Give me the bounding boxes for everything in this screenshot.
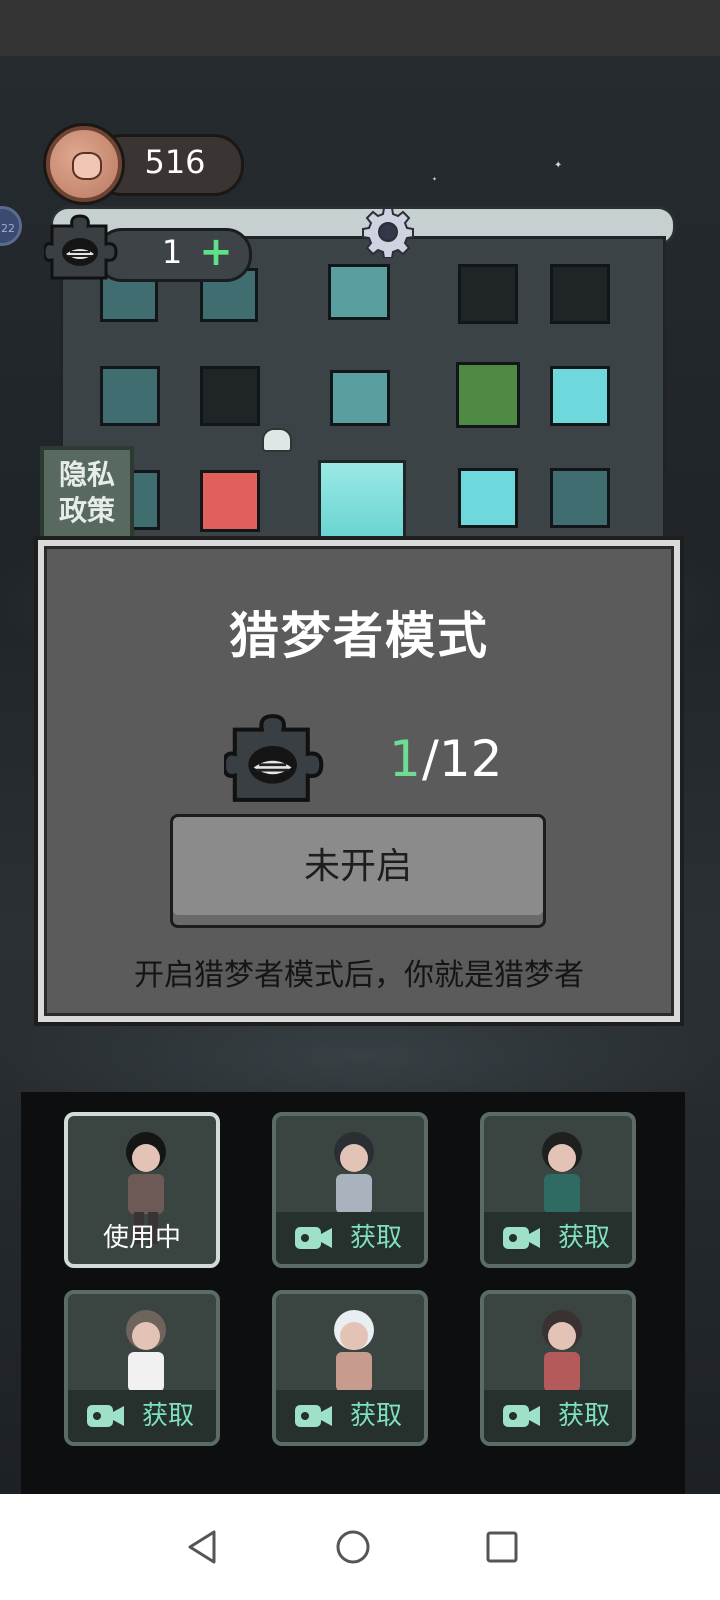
get-label: 获取 xyxy=(558,1401,611,1431)
dream-piece-icon xyxy=(224,714,324,802)
dream-piece-icon xyxy=(44,214,118,280)
panel-description: 开启猎梦者模式后，你就是猎梦者 xyxy=(134,958,584,993)
red-window xyxy=(200,470,260,532)
star: ✦ xyxy=(554,160,563,171)
get-label: 获取 xyxy=(350,1401,403,1431)
character-card[interactable]: 获取 xyxy=(272,1112,428,1268)
haunted-window xyxy=(456,362,520,428)
enable-mode-button[interactable]: 未开启 xyxy=(170,814,546,928)
navigation-bar xyxy=(0,1494,720,1600)
video-ad-icon xyxy=(503,1227,540,1249)
privacy-policy-button[interactable]: 隐私 政策 xyxy=(40,446,134,540)
get-label: 获取 xyxy=(558,1223,611,1253)
settings-gear-icon[interactable] xyxy=(362,206,414,258)
dream-hunter-panel: 猎梦者模式 1 /12 未开启 开启猎梦者模式后，你就是猎梦者 xyxy=(38,540,680,1022)
back-icon[interactable] xyxy=(172,1494,232,1600)
video-ad-icon xyxy=(87,1405,124,1427)
window xyxy=(330,370,390,426)
character-card[interactable]: 获取 xyxy=(480,1112,636,1268)
video-ad-icon xyxy=(295,1405,332,1427)
progress-current: 1 xyxy=(389,730,421,788)
coin-value: 516 xyxy=(144,143,206,181)
home-icon[interactable] xyxy=(323,1494,383,1600)
street-lamp xyxy=(262,428,292,452)
dream-piece-value: 1 xyxy=(161,233,183,271)
window xyxy=(200,366,260,426)
character-card[interactable]: 获取 xyxy=(64,1290,220,1446)
window xyxy=(550,264,610,324)
character-card[interactable]: 获取 xyxy=(480,1290,636,1446)
window xyxy=(100,366,160,426)
video-ad-icon xyxy=(295,1227,332,1249)
get-label: 获取 xyxy=(350,1223,403,1253)
pig-coin-icon xyxy=(46,126,122,202)
add-piece-icon[interactable]: + xyxy=(198,232,234,272)
video-ad-icon xyxy=(503,1405,540,1427)
recents-icon[interactable] xyxy=(472,1494,532,1600)
character-card[interactable]: 获取 xyxy=(272,1290,428,1446)
window xyxy=(458,264,518,324)
in-use-label: 使用中 xyxy=(102,1223,181,1253)
star: ✦ xyxy=(432,176,438,183)
progress-total: /12 xyxy=(422,730,503,788)
character-card[interactable]: 使用中 xyxy=(64,1112,220,1268)
status-bar xyxy=(0,0,720,56)
window xyxy=(550,468,610,528)
panel-title: 猎梦者模式 xyxy=(229,607,489,665)
window-silhouette xyxy=(550,366,610,426)
window xyxy=(328,264,390,320)
window-silhouette xyxy=(458,468,518,528)
get-label: 获取 xyxy=(142,1401,195,1431)
